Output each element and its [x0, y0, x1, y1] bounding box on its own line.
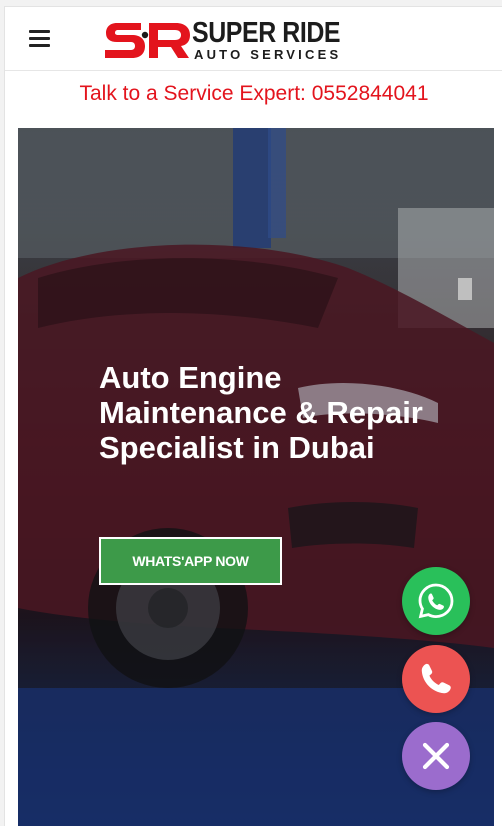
phone-icon [421, 663, 451, 694]
whatsapp-float-button[interactable] [402, 567, 470, 635]
hamburger-icon[interactable] [29, 29, 51, 47]
page: SUPER RIDE AUTO SERVICES Talk to a Servi… [4, 6, 502, 826]
logo-name: SUPER RIDE [192, 17, 341, 49]
site-logo[interactable]: SUPER RIDE AUTO SERVICES [101, 17, 343, 63]
whatsapp-icon [418, 583, 454, 619]
close-float-button[interactable] [402, 722, 470, 790]
call-float-button[interactable] [402, 645, 470, 713]
close-icon [422, 742, 450, 770]
hero-title: Auto Engine Maintenance & Repair Special… [99, 360, 423, 465]
hero-dark-overlay [18, 128, 494, 826]
service-expert-phone[interactable]: Talk to a Service Expert: 0552844041 [5, 81, 502, 107]
logo-tagline: AUTO SERVICES [194, 47, 342, 62]
hero-banner: Auto Engine Maintenance & Repair Special… [18, 128, 494, 826]
site-header: SUPER RIDE AUTO SERVICES [5, 7, 502, 71]
whatsapp-now-button[interactable]: WHATS'APP NOW [99, 537, 282, 585]
sr-monogram-logo-mark [105, 23, 190, 58]
